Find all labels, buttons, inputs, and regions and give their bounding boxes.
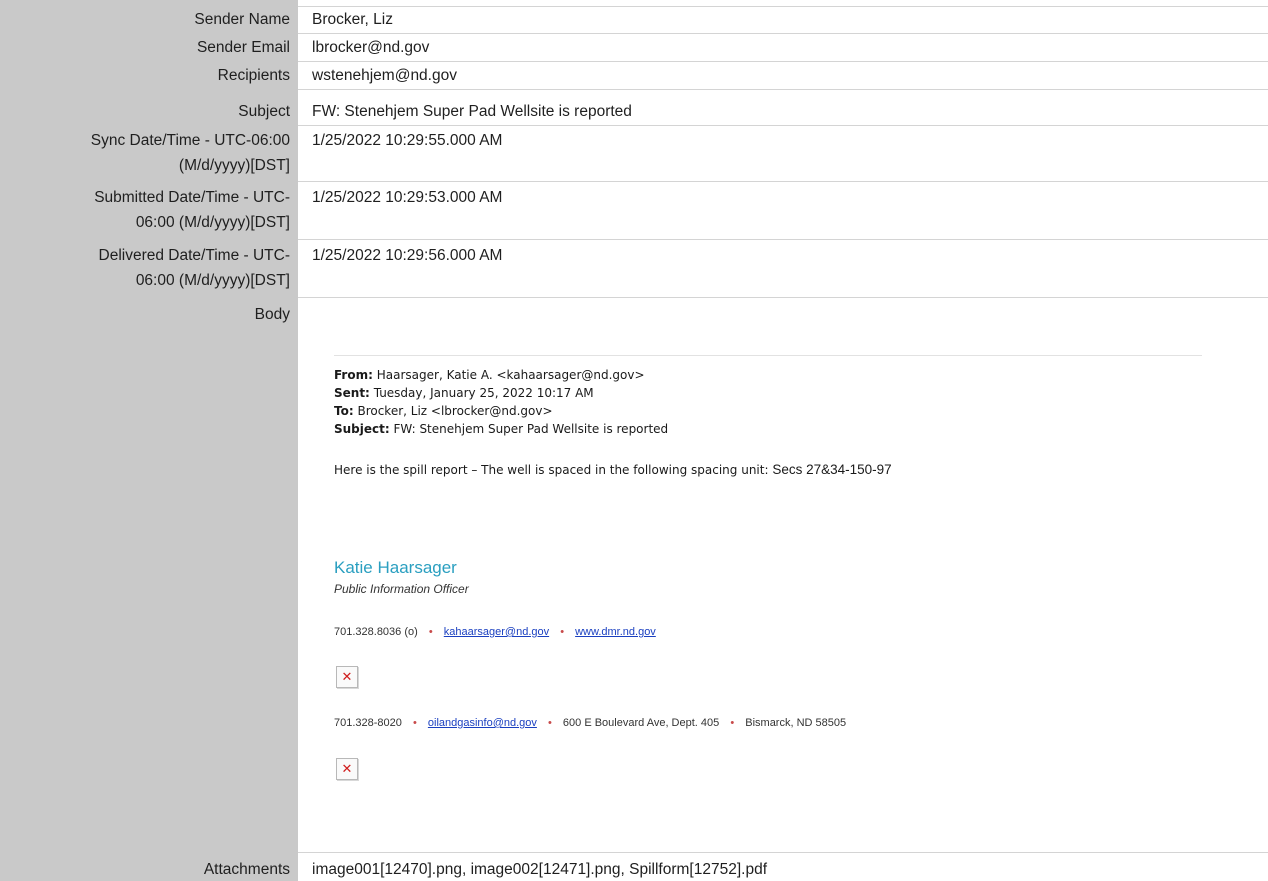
sent-label: Sent: bbox=[334, 386, 370, 400]
recipients-value: wstenehjem@nd.gov bbox=[312, 67, 457, 84]
sender-name-label: Sender Name bbox=[194, 11, 290, 28]
email-record-sheet: Sender Name Brocker, Liz Sender Email lb… bbox=[0, 0, 1268, 881]
delivered-label-line-1: Delivered Date/Time - UTC- bbox=[98, 247, 291, 264]
row-divider bbox=[298, 89, 1268, 90]
body-from-line: From: Haarsager, Katie A. <kahaarsager@n… bbox=[334, 367, 645, 383]
bullet-separator: • bbox=[428, 626, 433, 638]
sender-email-value: lbrocker@nd.gov bbox=[312, 39, 430, 56]
sync-value: 1/25/2022 10:29:55.000 AM bbox=[312, 132, 503, 149]
signature-phone-2: 701.328-8020 bbox=[334, 717, 402, 729]
row-divider bbox=[298, 125, 1268, 126]
signature-contact-line-1: 701.328.8036 (o) • kahaarsager@nd.gov • … bbox=[334, 626, 656, 638]
delivered-label-line-2: 06:00 (M/d/yyyy)[DST] bbox=[135, 272, 290, 289]
sent-value: Tuesday, January 25, 2022 10:17 AM bbox=[373, 386, 594, 400]
from-label: From: bbox=[334, 368, 373, 382]
body-separator bbox=[334, 355, 1202, 356]
submitted-label-line-2: 06:00 (M/d/yyyy)[DST] bbox=[135, 214, 290, 231]
body-subject-line: Subject: FW: Stenehjem Super Pad Wellsit… bbox=[334, 421, 668, 437]
signature-contact-line-2: 701.328-8020 • oilandgasinfo@nd.gov • 60… bbox=[334, 717, 846, 729]
signature-web-link[interactable]: www.dmr.nd.gov bbox=[575, 626, 656, 638]
body-intro-line: Here is the spill report – The well is s… bbox=[334, 462, 892, 477]
body-sent-line: Sent: Tuesday, January 25, 2022 10:17 AM bbox=[334, 385, 594, 401]
submitted-label-line-1: Submitted Date/Time - UTC- bbox=[94, 189, 290, 206]
signature-phone-1: 701.328.8036 (o) bbox=[334, 626, 418, 638]
signature-address: 600 E Boulevard Ave, Dept. 405 bbox=[562, 717, 720, 729]
signature-title: Public Information Officer bbox=[334, 582, 469, 596]
row-divider bbox=[298, 6, 1268, 7]
row-divider bbox=[298, 33, 1268, 34]
bullet-separator: • bbox=[560, 626, 565, 638]
intro-text: Here is the spill report – The well is s… bbox=[334, 463, 769, 477]
subject-value: FW: Stenehjem Super Pad Wellsite is repo… bbox=[312, 103, 632, 120]
from-value: Haarsager, Katie A. <kahaarsager@nd.gov> bbox=[376, 368, 645, 382]
row-divider bbox=[298, 239, 1268, 240]
signature-name: Katie Haarsager bbox=[334, 558, 457, 577]
bullet-separator: • bbox=[547, 717, 552, 729]
delivered-value: 1/25/2022 10:29:56.000 AM bbox=[312, 247, 503, 264]
sender-name-value: Brocker, Liz bbox=[312, 11, 393, 28]
submitted-value: 1/25/2022 10:29:53.000 AM bbox=[312, 189, 503, 206]
row-divider bbox=[298, 61, 1268, 62]
row-divider bbox=[298, 852, 1268, 853]
row-divider bbox=[298, 297, 1268, 298]
row-divider bbox=[298, 181, 1268, 182]
signature-city: Bismarck, ND 58505 bbox=[745, 717, 847, 729]
attachments-label: Attachments bbox=[203, 861, 290, 878]
email-body-image: From: Haarsager, Katie A. <kahaarsager@n… bbox=[312, 340, 1202, 840]
to-value: Brocker, Liz <lbrocker@nd.gov> bbox=[357, 404, 553, 418]
recipients-label: Recipients bbox=[217, 67, 290, 84]
broken-image-icon: ✕ bbox=[336, 758, 358, 780]
signature-email-link-2[interactable]: oilandgasinfo@nd.gov bbox=[428, 717, 537, 729]
spacing-unit: Secs 27&34-150-97 bbox=[772, 462, 892, 477]
sync-label-line-2: (M/d/yyyy)[DST] bbox=[178, 157, 290, 174]
broken-image-icon: ✕ bbox=[336, 666, 358, 688]
body-subject-value: FW: Stenehjem Super Pad Wellsite is repo… bbox=[393, 422, 669, 436]
attachments-value: image001[12470].png, image002[12471].png… bbox=[312, 861, 768, 878]
bullet-separator: • bbox=[730, 717, 735, 729]
sender-email-label: Sender Email bbox=[196, 39, 290, 56]
bullet-separator: • bbox=[412, 717, 417, 729]
sync-label-line-1: Sync Date/Time - UTC-06:00 bbox=[90, 132, 290, 149]
body-to-line: To: Brocker, Liz <lbrocker@nd.gov> bbox=[334, 403, 553, 419]
to-label: To: bbox=[334, 404, 354, 418]
body-subject-label: Subject: bbox=[334, 422, 390, 436]
body-label: Body bbox=[254, 306, 290, 323]
signature-email-link-1[interactable]: kahaarsager@nd.gov bbox=[444, 626, 549, 638]
subject-label: Subject bbox=[238, 103, 290, 120]
